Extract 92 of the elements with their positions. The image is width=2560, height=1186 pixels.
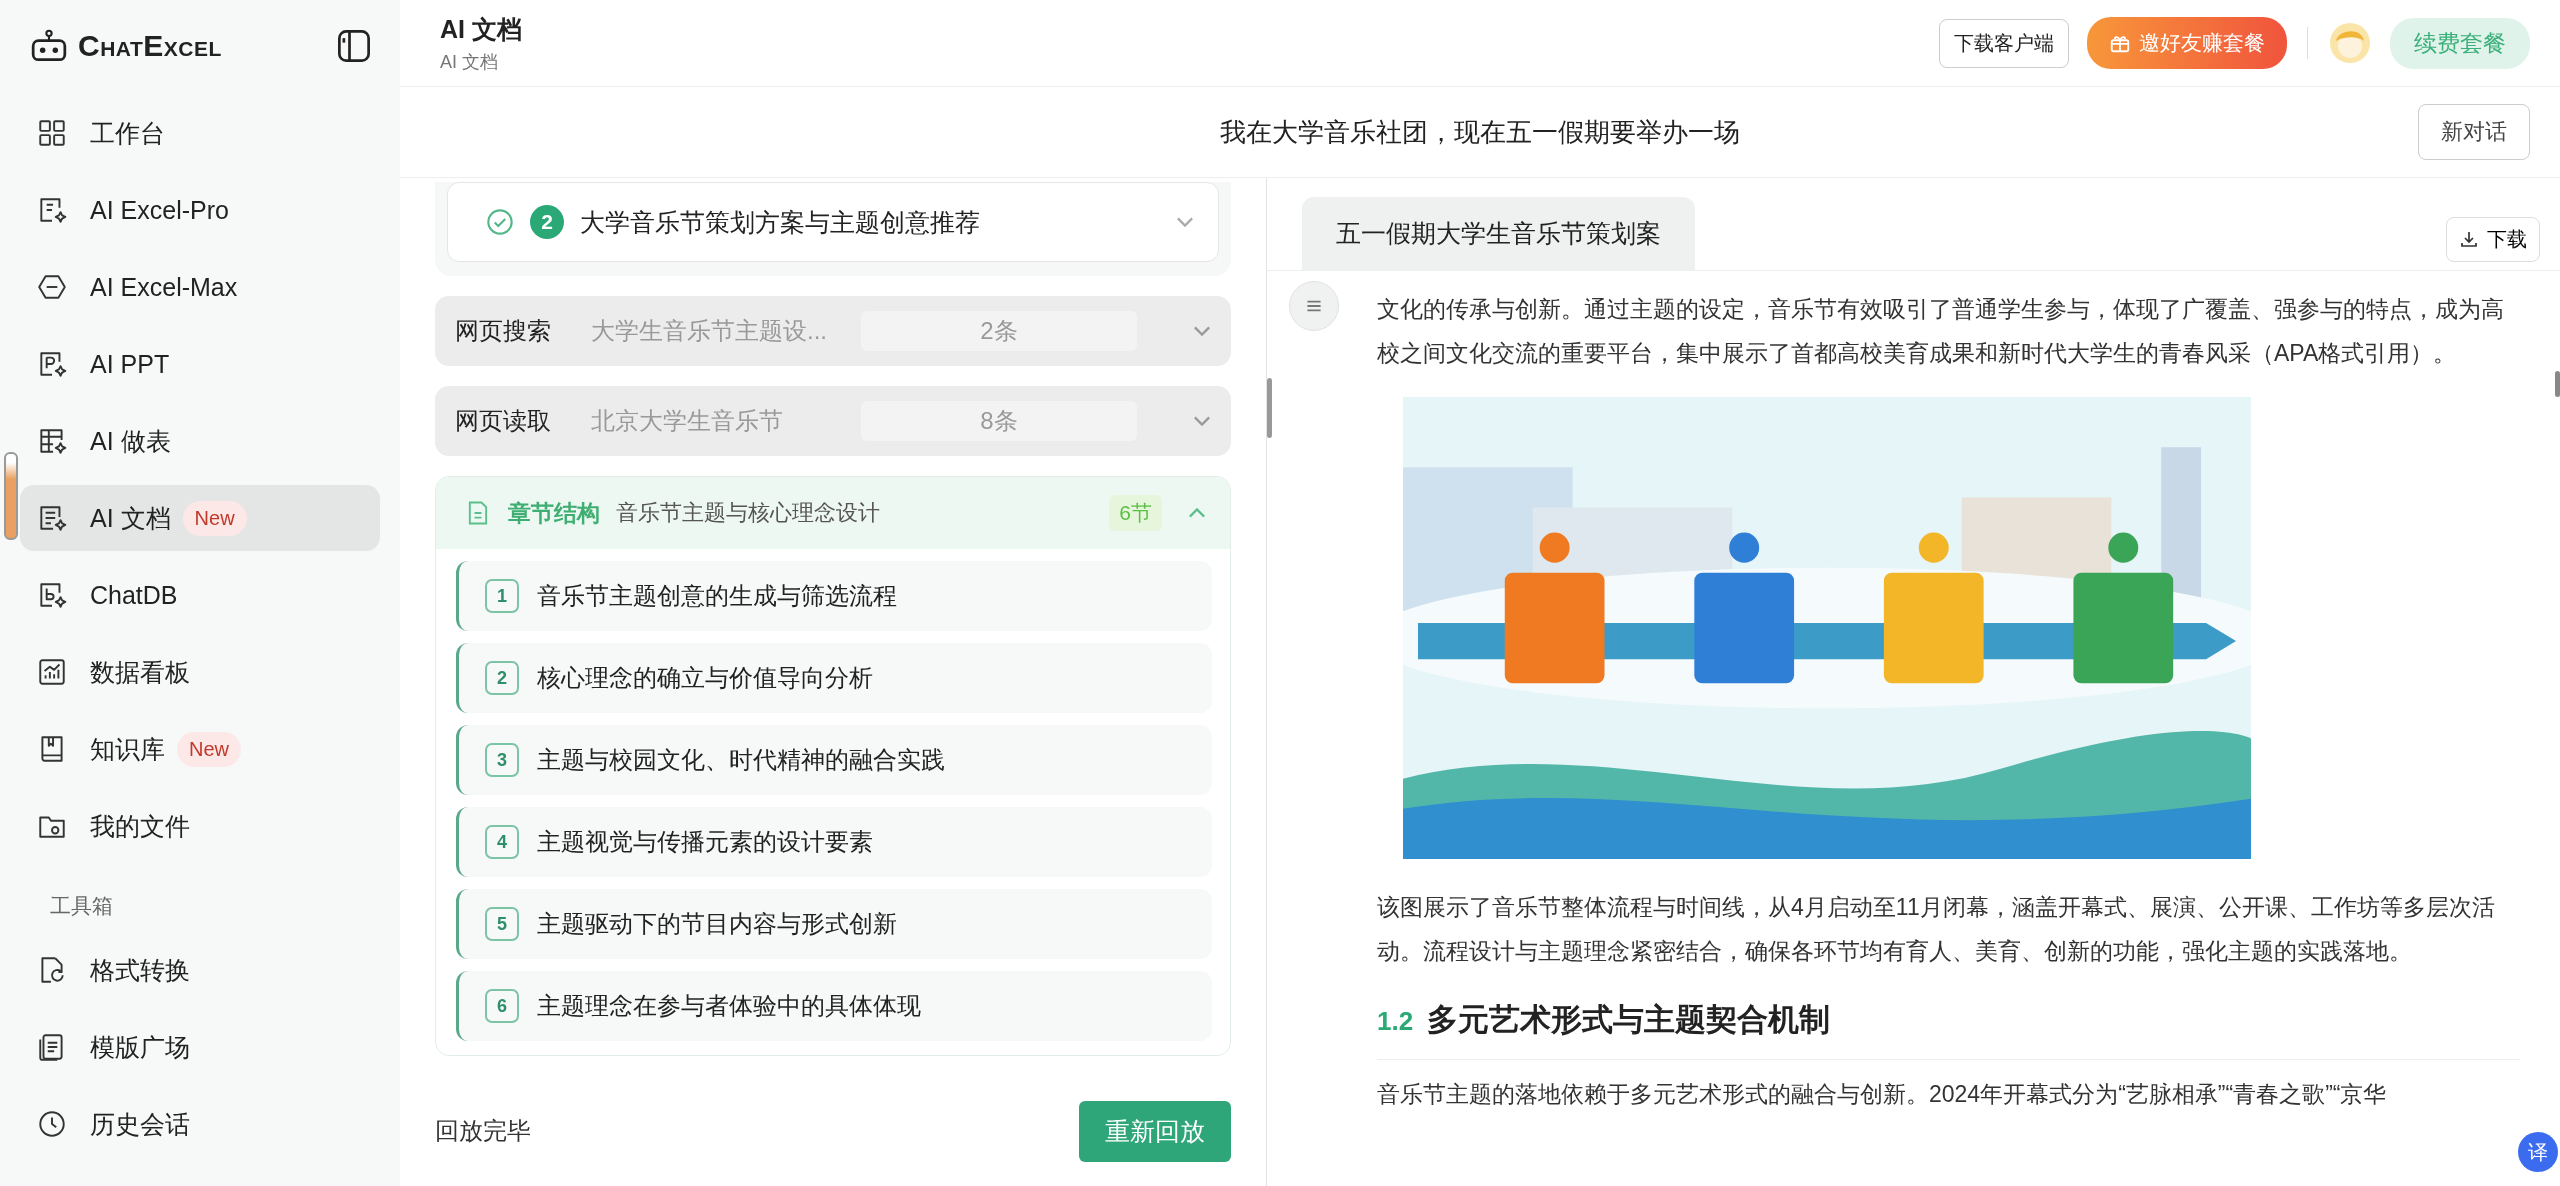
chapter-number: 4 (485, 825, 519, 859)
app-logo-text: ChatExcel (78, 29, 222, 63)
chapter-item[interactable]: 4 主题视觉与传播元素的设计要素 (456, 807, 1212, 877)
sidebar-item-label: AI 做表 (90, 425, 171, 457)
sidebar-item[interactable]: AI PPT (20, 331, 380, 397)
chevron-icon (1193, 326, 1211, 336)
chapter-title: 核心理念的确立与价值导向分析 (537, 663, 873, 693)
sidebar-item[interactable]: AI 做表 (20, 408, 380, 474)
sidebar-item[interactable]: AI 文档 New (20, 485, 380, 551)
chapter-count-badge: 6节 (1109, 495, 1162, 531)
chapter-title: 主题与校园文化、时代精神的融合实践 (537, 745, 945, 775)
section-number: 1.2 (1377, 1006, 1414, 1037)
breadcrumb: AI 文档 (440, 50, 499, 74)
source-query: 大学生音乐节主题设... (591, 316, 828, 346)
section-heading: 多元艺术形式与主题契合机制 (1427, 1001, 1831, 1039)
chapter-title: 主题视觉与传播元素的设计要素 (537, 827, 873, 857)
download-icon (2459, 229, 2479, 249)
chapter-title: 音乐节主题创意的生成与筛选流程 (537, 581, 897, 611)
sidebar-item[interactable]: 模版广场 (20, 1014, 380, 1080)
sidebar-item-label: 模版广场 (90, 1031, 190, 1063)
paragraph: 该图展示了音乐节整体流程与时间线，从4月启动至11月闭幕，涵盖开幕式、展演、公开课、工作坊等多层次活动。流程设计与主题理念紧密结合，确保各环节均有育人、美育、创新的功能，强化主题的实践落地。 (1377, 893, 2496, 966)
sidebar-item[interactable]: ChatDB (20, 562, 380, 628)
chapter-subtitle: 音乐节主题与核心理念设计 (616, 499, 881, 527)
step-title: 大学音乐节策划方案与主题创意推荐 (580, 206, 981, 238)
playback-status: 回放完毕 (435, 1116, 531, 1146)
chapter-header[interactable]: 章节结构 音乐节主题与核心理念设计 6节 (436, 477, 1230, 549)
source-count: 2条 (861, 311, 1137, 351)
source-row[interactable]: 网页读取 北京大学生音乐节 8条 (435, 386, 1231, 456)
paragraph: 文化的传承与创新。通过主题的设定，音乐节有效吸引了普通学生参与，体现了广覆盖、强参与的特点，成为高校之间文化交流的重要平台，集中展示了首都高校美育成果和新时代大学生的青春风采（APA格式引用）。 (1377, 295, 2505, 368)
page-title: AI 文档 (440, 13, 522, 45)
sidebar-item-label: AI PPT (90, 349, 170, 379)
chapter-item[interactable]: 6 主题理念在参与者体验中的具体体现 (456, 971, 1212, 1041)
sidebar-item-label: AI Excel-Max (90, 272, 238, 302)
chapter-number: 2 (485, 661, 519, 695)
chart-icon (36, 656, 68, 688)
sidebar-item-label: 数据看板 (90, 656, 190, 688)
avatar[interactable] (2328, 21, 2372, 65)
chapter-number: 1 (485, 579, 519, 613)
step-card[interactable]: 2 大学音乐节策划方案与主题创意推荐 (447, 182, 1219, 262)
chevron-icon (1188, 508, 1206, 518)
source-count: 8条 (861, 401, 1137, 441)
chapter-item[interactable]: 5 主题驱动下的节目内容与形式创新 (456, 889, 1212, 959)
source-row[interactable]: 网页搜索 大学生音乐节主题设... 2条 (435, 296, 1231, 366)
sidebar-item[interactable]: 格式转换 (20, 937, 380, 1003)
source-label: 网页读取 (455, 406, 552, 436)
robot-logo-icon (30, 29, 68, 63)
chapter-item[interactable]: 2 核心理念的确立与价值导向分析 (456, 643, 1212, 713)
sidebar-item[interactable]: 我的文件 (20, 793, 380, 859)
chapter-title: 主题驱动下的节目内容与形式创新 (537, 909, 897, 939)
sidebar-item-label: 历史会话 (90, 1108, 190, 1140)
document-tab[interactable]: 五一假期大学生音乐节策划案 (1302, 197, 1695, 270)
chevron-icon (1193, 416, 1211, 426)
chapter-item[interactable]: 1 音乐节主题创意的生成与筛选流程 (456, 561, 1212, 631)
outline-menu-button[interactable] (1289, 281, 1339, 331)
scrollbar-thumb[interactable] (2555, 371, 2560, 397)
new-badge: New (182, 500, 247, 536)
sidebar-item[interactable]: 历史会话 (20, 1091, 380, 1157)
chapter-label: 章节结构 (508, 498, 600, 528)
sidebar-item[interactable]: 知识库 New (20, 716, 380, 782)
section-label: 工具箱 (49, 893, 114, 919)
chapter-number: 5 (485, 907, 519, 941)
sidebar-item[interactable]: AI Excel-Max (20, 254, 380, 320)
scroll-thumb[interactable] (4, 452, 18, 540)
paragraph: 音乐节主题的落地依赖于多元艺术形式的融合与创新。2024年开幕式分为“艺脉相承”“青春之歌”“京华 (1377, 1080, 2388, 1109)
sidebar-item-label: AI 文档 (90, 502, 171, 534)
chapter-title: 主题理念在参与者体验中的具体体现 (537, 991, 921, 1021)
sidebar-item-label: 我的文件 (90, 810, 190, 842)
sidebar-item-label: 工作台 (90, 117, 165, 149)
sidebar-item[interactable]: 数据看板 (20, 639, 380, 705)
sidebar-item-label: 格式转换 (90, 954, 190, 986)
sidebar-item[interactable]: AI Excel-Pro (20, 177, 380, 243)
sidebar-item-label: AI Excel-Pro (90, 195, 229, 225)
chapter-item[interactable]: 3 主题与校园文化、时代精神的融合实践 (456, 725, 1212, 795)
chapter-number: 6 (485, 989, 519, 1023)
source-label: 网页搜索 (455, 316, 552, 346)
chapter-number: 3 (485, 743, 519, 777)
new-badge: New (177, 731, 241, 767)
source-query: 北京大学生音乐节 (591, 406, 784, 436)
sidebar-item-label: ChatDB (90, 580, 178, 610)
translate-button[interactable]: 译 (2518, 1132, 2558, 1172)
clock-icon (36, 1108, 68, 1140)
grid-icon (36, 117, 68, 149)
sidebar-item[interactable]: 工作台 (20, 100, 380, 166)
scrollbar-thumb[interactable] (1267, 378, 1272, 438)
download-client-button[interactable]: 下载客户端 (1939, 18, 2069, 68)
download-button[interactable]: 下载 (2446, 216, 2540, 262)
sidebar-toggle-icon[interactable] (336, 28, 372, 64)
step-number: 2 (530, 205, 564, 239)
chevron-icon (1176, 217, 1194, 227)
conversation-title: 我在大学音乐社团，现在五一假期要举办一场 (1220, 115, 1740, 149)
sidebar-item-label: 知识库 (90, 733, 165, 765)
new-chat-button[interactable]: 新对话 (2418, 104, 2530, 160)
